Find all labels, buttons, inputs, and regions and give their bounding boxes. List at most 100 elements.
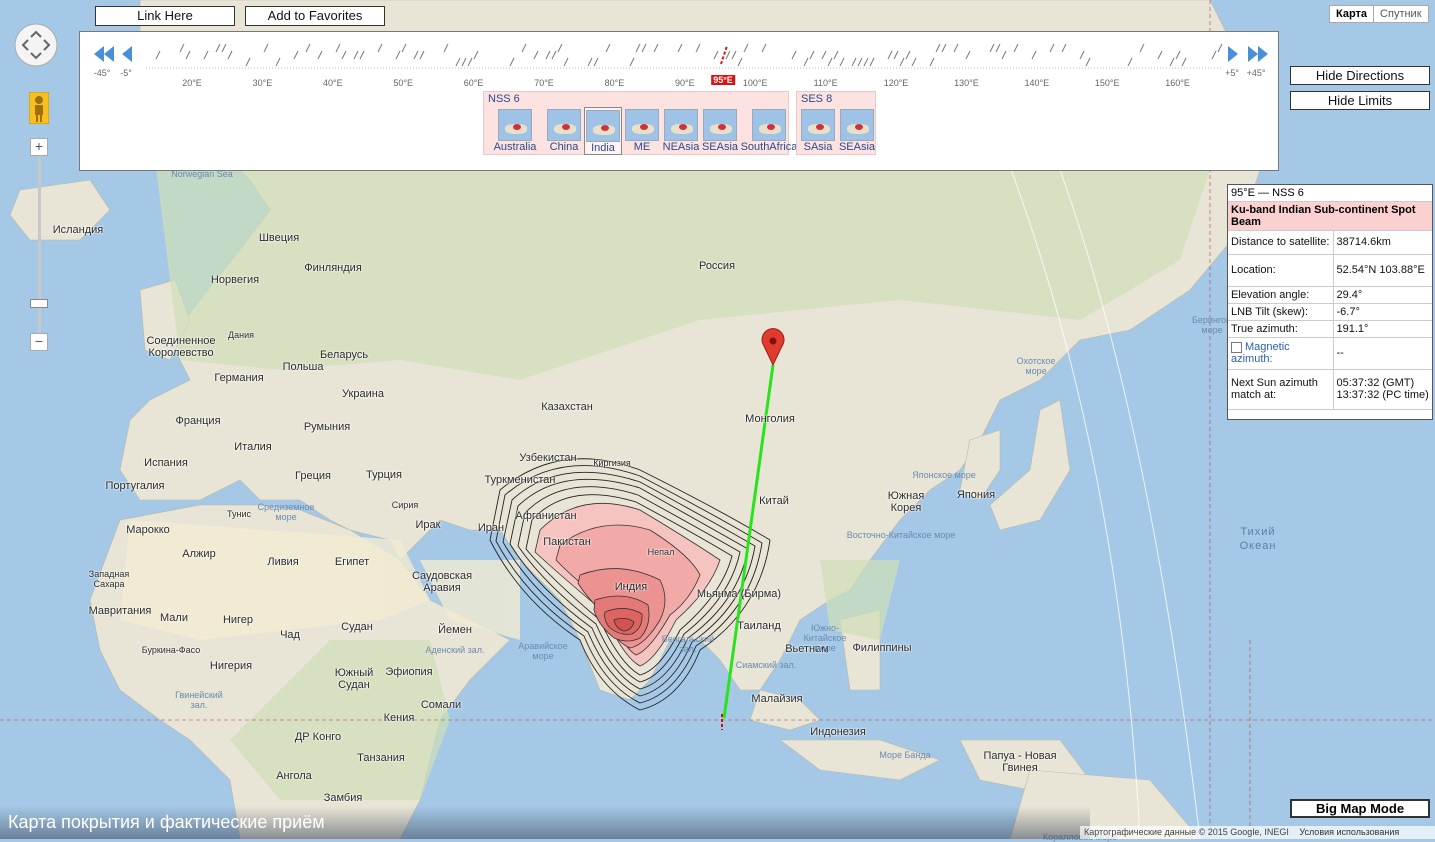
beam-thumbnail[interactable]: China <box>545 107 583 155</box>
map-label: Ливия <box>267 556 299 568</box>
map-label: Буркина-Фасо <box>141 645 201 655</box>
map-label: Норвегия <box>210 274 260 286</box>
beam-label: SEAsia <box>838 141 876 153</box>
map-label: Малайзия <box>751 693 803 705</box>
scroll-far-left-icon[interactable] <box>92 44 116 64</box>
satellite-mark <box>929 57 935 67</box>
beam-label: SEAsia <box>701 141 739 153</box>
map-label: Море Банда <box>879 750 931 760</box>
satellite-mark <box>821 50 827 60</box>
selected-satellite-mark <box>720 45 728 65</box>
map-label: Турция <box>366 469 402 481</box>
satellite-mark <box>911 57 917 67</box>
map-label: Южная Корея <box>887 490 925 514</box>
beam-thumbnail[interactable]: SAsia <box>799 107 837 155</box>
satellite-mark <box>155 50 161 60</box>
add-to-favorites-button[interactable]: Add to Favorites <box>245 6 385 26</box>
satellite-mark <box>1217 43 1223 53</box>
satellite-mark <box>179 43 185 53</box>
beam-thumbnail[interactable]: India <box>584 107 622 155</box>
satellite-mark <box>215 43 221 53</box>
satellite-mark <box>1031 50 1037 60</box>
map-label: Гвинейский зал. <box>175 690 223 710</box>
map-label: Исландия <box>52 224 104 236</box>
info-value: -- <box>1333 337 1432 370</box>
beam-thumbnail[interactable]: SouthAfrica <box>740 107 798 155</box>
zoom-slider-handle[interactable] <box>30 299 48 308</box>
beam-thumbnail[interactable]: NEAsia <box>662 107 700 155</box>
map-label: Замбия <box>323 792 363 804</box>
map-label: Ирак <box>415 519 441 531</box>
beam-map-icon <box>586 110 620 142</box>
map-label: Египет <box>334 556 370 568</box>
magnetic-azimuth-checkbox[interactable] <box>1231 341 1242 353</box>
satellite-position-strip[interactable] <box>146 38 1226 74</box>
beam-map-icon <box>801 109 835 141</box>
beam-map-icon <box>625 109 659 141</box>
satellite-mark <box>1001 50 1007 60</box>
big-map-mode-button[interactable]: Big Map Mode <box>1290 799 1430 818</box>
map-label: Мали <box>160 612 188 624</box>
info-value: -6.7° <box>1333 303 1432 321</box>
satellite-mark <box>989 43 995 53</box>
map-type-satellite-button[interactable]: Спутник <box>1374 6 1427 22</box>
info-key: Next Sun azimuth match at: <box>1228 369 1334 410</box>
hide-limits-button[interactable]: Hide Limits <box>1290 91 1430 110</box>
satellite-mark <box>221 43 227 53</box>
scroll-right-icon[interactable] <box>1226 44 1240 64</box>
map-label: Россия <box>698 260 736 272</box>
selected-longitude-badge[interactable]: 95°E <box>711 75 735 85</box>
map-type-switch: Карта Спутник <box>1329 5 1429 23</box>
scroll-far-right-icon[interactable] <box>1246 44 1270 64</box>
longitude-tick-label: 110°E <box>813 78 838 88</box>
beam-group-nss6: NSS 6 Australia China India ME NEAsia SEAsia S… <box>483 91 797 155</box>
satellite-mark <box>275 57 281 67</box>
terms-link[interactable]: Условия использования <box>1299 827 1399 837</box>
map-label: Эфиопия <box>385 666 433 678</box>
beam-name: Ku-band Indian Sub-continent Spot Beam <box>1228 202 1432 231</box>
link-here-button[interactable]: Link Here <box>95 6 235 26</box>
satellite-mark <box>863 57 869 67</box>
map-label: Марокко <box>126 524 170 536</box>
beam-group-title: SES 8 <box>801 93 833 105</box>
satellite-mark <box>695 43 701 53</box>
map-label: Непал <box>647 547 675 557</box>
beam-label: India <box>591 142 615 154</box>
hide-directions-button[interactable]: Hide Directions <box>1290 66 1430 85</box>
satellite-mark <box>893 50 899 60</box>
satellite-mark <box>341 50 347 60</box>
map-label: ДР Конго <box>294 731 342 743</box>
beam-label: SAsia <box>803 141 833 153</box>
map-label: Восточно-Китайское море <box>846 530 956 540</box>
beam-thumbnail[interactable]: Australia <box>486 107 544 155</box>
scroll-far-left-label: -45° <box>93 68 111 78</box>
map-label: Берингово море <box>1192 315 1236 335</box>
map-label: Ангола <box>276 770 312 782</box>
map-label: Франция <box>175 415 221 427</box>
longitude-tick-label: 20°E <box>182 78 202 88</box>
scroll-left-icon[interactable] <box>120 44 134 64</box>
zoom-in-button[interactable]: + <box>30 138 48 156</box>
pegman-icon[interactable] <box>28 91 50 127</box>
beam-thumbnail[interactable]: SEAsia <box>838 107 876 155</box>
map-attribution: Картографические данные © 2015 Google, I… <box>1080 826 1435 839</box>
map-label: Южный Судан <box>334 667 374 691</box>
satellite-mark <box>941 43 947 53</box>
satellite-mark <box>521 43 527 53</box>
map-type-map-button[interactable]: Карта <box>1330 6 1375 22</box>
satellite-mark <box>353 50 359 60</box>
satellite-mark <box>641 43 647 53</box>
map-label: Туркменистан <box>484 474 556 486</box>
beam-thumbnail[interactable]: ME <box>623 107 661 155</box>
satellite-mark <box>905 50 911 60</box>
zoom-out-button[interactable]: − <box>30 333 48 351</box>
beam-thumbnail[interactable]: SEAsia <box>701 107 739 155</box>
info-value: 52.54°N 103.88°E <box>1333 254 1432 287</box>
beam-label: SouthAfrica <box>740 141 798 153</box>
longitude-tick-label: 60°E <box>463 78 484 88</box>
satellite-mark <box>1127 57 1133 67</box>
scroll-far-right-label: +45° <box>1246 68 1266 78</box>
beam-group-ses8: SES 8 SAsia SEAsia <box>796 91 876 155</box>
map-label: Сомали <box>420 699 462 711</box>
pan-control[interactable] <box>13 22 59 71</box>
